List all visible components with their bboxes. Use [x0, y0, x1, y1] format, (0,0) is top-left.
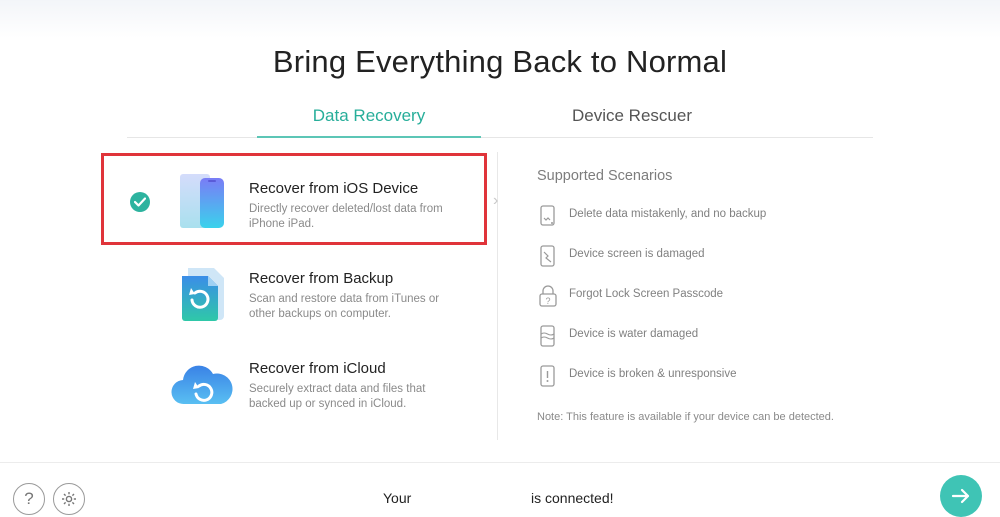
option-description: Securely extract data and files that bac… [249, 383, 426, 410]
option-description: Scan and restore data from iTunes or oth… [249, 293, 440, 320]
scenario-text: Device is broken & unresponsive [569, 368, 737, 380]
svg-text:?: ? [545, 296, 550, 306]
deleted-data-icon [538, 204, 558, 228]
tab-device-rescuer[interactable]: Device Rescuer [517, 100, 747, 136]
scenario-text: Device is water damaged [569, 328, 699, 340]
broken-screen-icon [538, 244, 558, 268]
page-title: Bring Everything Back to Normal [272, 44, 728, 79]
option-title: Recover from Backup [249, 270, 394, 287]
lock-icon: ? [538, 284, 558, 308]
cloud-restore-icon [170, 354, 233, 412]
arrow-right-icon [951, 488, 970, 504]
backup-file-icon [170, 264, 230, 322]
option-title: Recover from iCloud [249, 360, 386, 377]
scenario-text: Delete data mistakenly, and no backup [569, 208, 767, 220]
broken-device-icon [538, 364, 558, 388]
footer-bar: ? Your is connected! [0, 462, 1000, 517]
next-button[interactable] [940, 475, 982, 517]
selection-highlight-box [101, 153, 487, 245]
water-damage-icon [538, 324, 558, 348]
chevron-right-icon: › [493, 192, 499, 209]
settings-button[interactable] [53, 483, 85, 515]
tab-data-recovery[interactable]: Data Recovery [257, 100, 481, 138]
option-recover-icloud[interactable]: Recover from iCloud Securely extract dat… [110, 344, 480, 422]
scenarios-note: Note: This feature is available if your … [537, 411, 834, 423]
scenarios-title: Supported Scenarios [537, 168, 673, 184]
help-icon: ? [24, 489, 34, 508]
connection-status-prefix: Your [383, 490, 412, 506]
help-button[interactable]: ? [13, 483, 45, 515]
header-background [0, 0, 1000, 38]
scenario-text: Forgot Lock Screen Passcode [569, 288, 724, 300]
scenario-text: Device screen is damaged [569, 248, 705, 260]
option-recover-backup[interactable]: Recover from Backup Scan and restore dat… [110, 254, 480, 332]
tab-bar: Data Recovery Device Rescuer [127, 100, 873, 138]
connection-status-suffix: is connected! [531, 490, 614, 506]
settings-icon [62, 492, 76, 506]
